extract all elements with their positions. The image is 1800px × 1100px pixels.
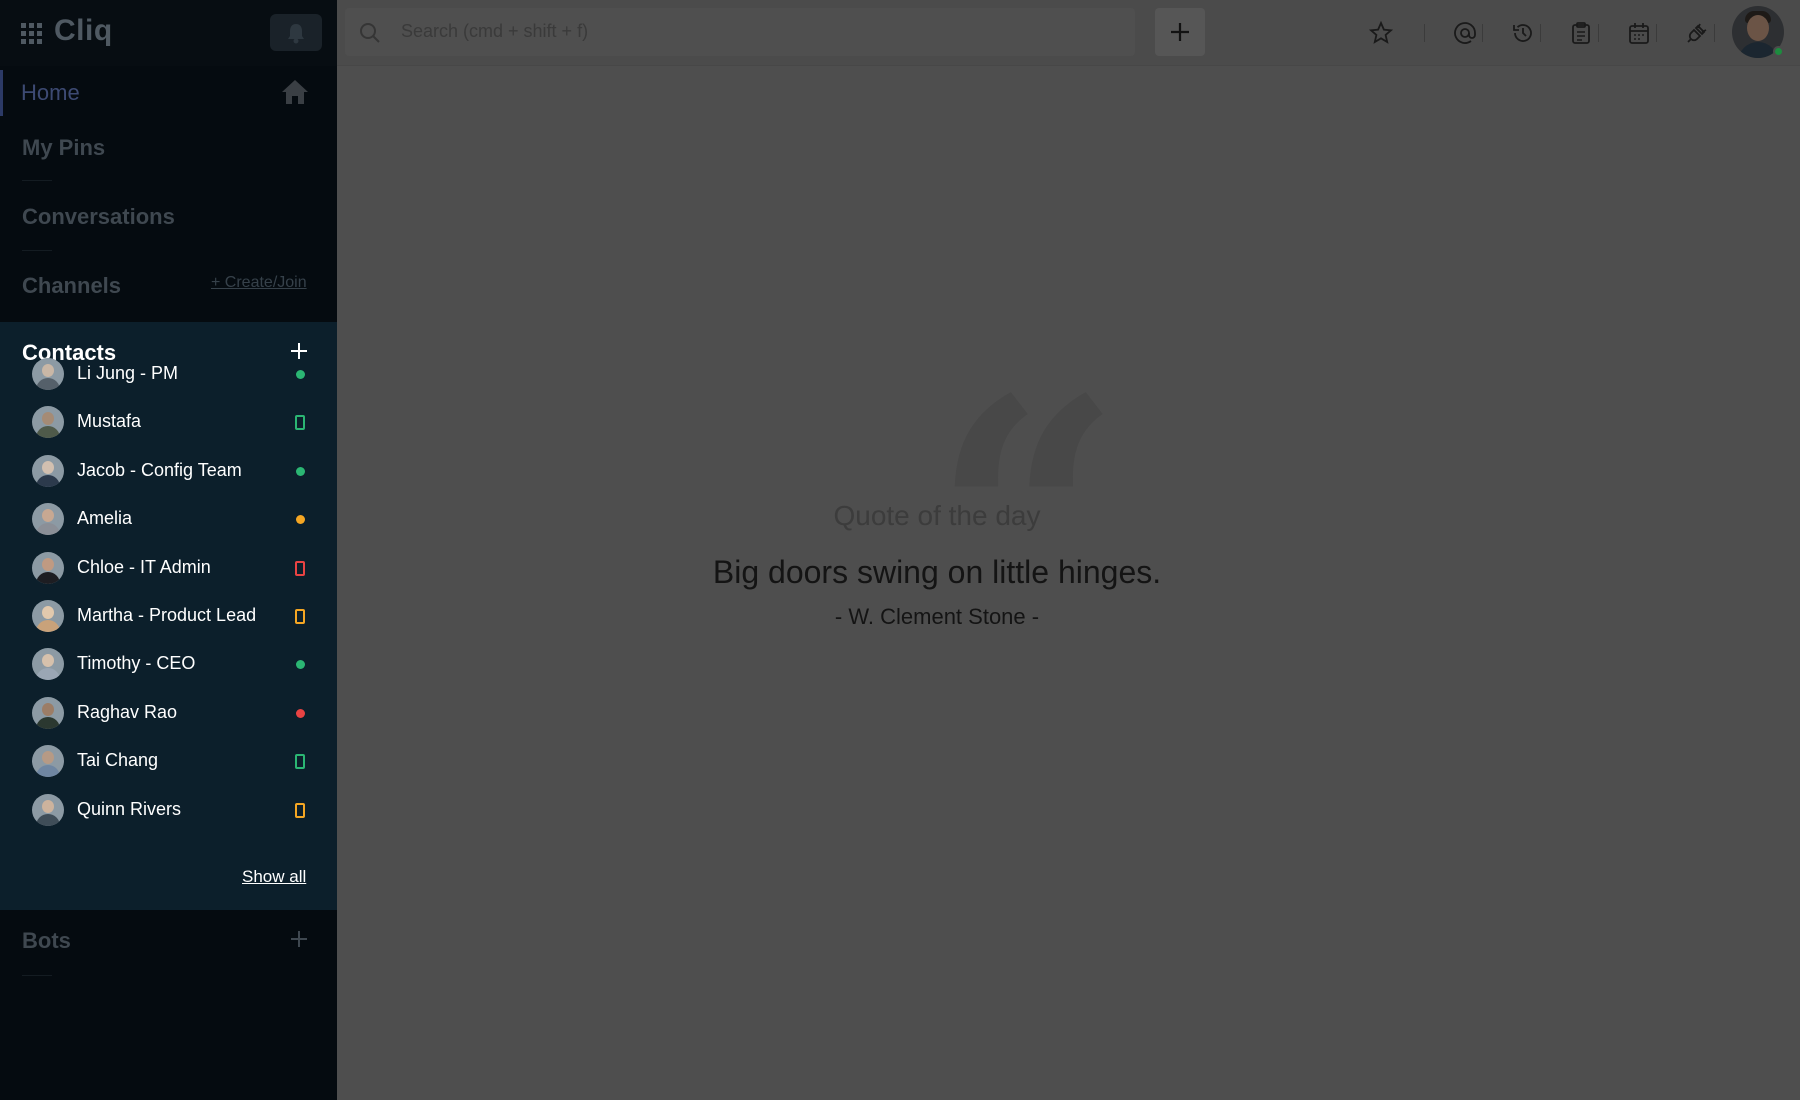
plus-icon <box>1171 23 1189 41</box>
status-dot <box>296 708 305 718</box>
search-placeholder: Search (cmd + shift + f) <box>401 21 589 41</box>
divider <box>1714 24 1715 42</box>
contact-item[interactable]: Tai Chang <box>28 741 318 781</box>
notifications-button[interactable] <box>270 14 322 51</box>
contact-name: Chloe - IT Admin <box>77 556 211 577</box>
sidebar-item-bots[interactable]: Bots <box>22 928 71 954</box>
status-dot <box>296 466 305 476</box>
sidebar-item-label: Home <box>21 80 80 105</box>
divider <box>1598 24 1599 42</box>
mobile-status-icon <box>295 802 305 818</box>
avatar <box>32 358 64 390</box>
avatar <box>32 454 64 487</box>
avatar <box>32 648 64 681</box>
avatar <box>32 793 64 826</box>
contact-name: Timothy - CEO <box>77 653 196 674</box>
contact-item[interactable]: Amelia <box>28 499 318 539</box>
plug-icon[interactable] <box>1685 21 1709 45</box>
show-all-contacts-link[interactable]: Show all <box>242 867 306 887</box>
user-status-indicator <box>1773 46 1784 57</box>
avatar <box>32 406 64 439</box>
contact-name: Martha - Product Lead <box>77 605 257 625</box>
divider <box>22 250 52 251</box>
contact-item[interactable]: Raghav Rao <box>28 693 318 733</box>
avatar <box>32 600 64 632</box>
avatar <box>32 696 64 729</box>
calendar-icon[interactable] <box>1627 21 1651 45</box>
add-bot-icon[interactable] <box>290 930 308 948</box>
contact-item[interactable]: Jacob - Config Team <box>28 451 318 491</box>
divider <box>1424 24 1425 42</box>
sidebar-item-home[interactable]: Home <box>0 70 337 116</box>
contact-item[interactable]: Li Jung - PM <box>28 354 318 394</box>
status-dot <box>296 515 305 525</box>
mobile-status-icon <box>295 609 305 624</box>
divider <box>22 180 52 181</box>
divider <box>1540 24 1541 42</box>
status-dot <box>296 660 305 670</box>
contact-item[interactable]: Timothy - CEO <box>28 644 318 684</box>
contact-name: Raghav Rao <box>77 701 178 722</box>
apps-grid-icon[interactable] <box>21 23 43 45</box>
top-bar: Search (cmd + shift + f) <box>337 0 1800 66</box>
bell-icon <box>288 24 304 44</box>
quote-text: Big doors swing on little hinges. <box>712 554 1162 590</box>
search-icon <box>360 23 380 43</box>
contact-name: Mustafa <box>77 411 142 432</box>
new-item-button[interactable] <box>1155 8 1205 56</box>
mobile-status-icon <box>295 754 305 770</box>
status-dot <box>296 370 305 379</box>
avatar <box>32 551 64 584</box>
search-input[interactable]: Search (cmd + shift + f) <box>345 8 1135 56</box>
divider <box>1482 24 1483 42</box>
divider <box>22 975 52 976</box>
home-icon <box>282 80 308 104</box>
contact-name: Quinn Rivers <box>77 798 182 819</box>
sidebar-item-channels[interactable]: Channels <box>22 273 121 299</box>
avatar <box>32 745 64 778</box>
sidebar-item-my-pins[interactable]: My Pins <box>22 135 105 161</box>
contact-item[interactable]: Mustafa <box>28 402 318 442</box>
main-content: “ Quote of the day Big doors swing on li… <box>337 66 1800 1100</box>
app-logo-text: Cliq <box>54 14 113 47</box>
contact-name: Li Jung - PM <box>77 363 179 383</box>
contact-name: Tai Chang <box>77 750 159 771</box>
contact-name: Amelia <box>77 508 133 529</box>
history-icon[interactable] <box>1511 21 1535 45</box>
contact-item[interactable]: Chloe - IT Admin <box>28 548 318 588</box>
quote-author: - W. Clement Stone - <box>834 604 1040 629</box>
create-join-channel-link[interactable]: + Create/Join <box>211 274 307 292</box>
contacts-section: Contacts Li Jung - PM Mustafa Jacob - Conf… <box>0 322 337 910</box>
sidebar: Cliq Home My Pins Conversations Channels… <box>0 0 337 1100</box>
mobile-status-icon <box>295 560 305 576</box>
contact-item[interactable]: Quinn Rivers <box>28 790 318 830</box>
contact-item[interactable]: Martha - Product Lead <box>28 596 318 636</box>
mention-icon[interactable] <box>1453 21 1477 45</box>
brand-bar: Cliq <box>0 0 337 66</box>
clipboard-icon[interactable] <box>1569 21 1593 45</box>
divider <box>1656 24 1657 42</box>
sidebar-item-conversations[interactable]: Conversations <box>22 204 175 230</box>
mobile-status-icon <box>295 415 305 431</box>
quote-heading: Quote of the day <box>833 500 1041 531</box>
star-icon[interactable] <box>1369 21 1393 45</box>
avatar <box>32 503 64 536</box>
contact-name: Jacob - Config Team <box>77 459 242 480</box>
